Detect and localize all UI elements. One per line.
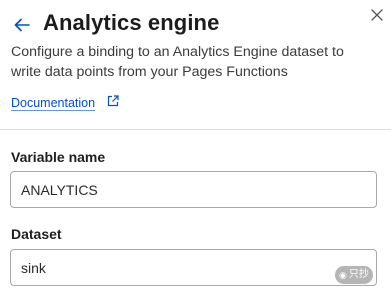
- variable-name-input[interactable]: [10, 171, 377, 208]
- dataset-label: Dataset: [11, 226, 62, 242]
- description-text: Configure a binding to an Analytics Engi…: [11, 44, 344, 80]
- page-title: Analytics engine: [43, 10, 220, 35]
- dataset-input[interactable]: [10, 249, 377, 286]
- watermark-icon: ◉: [339, 270, 347, 280]
- variable-name-label: Variable name: [11, 149, 106, 165]
- close-icon[interactable]: [368, 6, 386, 24]
- panel-header: Analytics engine Configure a binding to …: [0, 0, 391, 130]
- section-divider: [0, 129, 391, 130]
- external-link-icon[interactable]: [106, 94, 120, 108]
- watermark-badge: ◉ 只抄: [335, 266, 373, 284]
- watermark-text: 只抄: [348, 269, 369, 280]
- arrow-left-icon[interactable]: [12, 15, 32, 35]
- documentation-link[interactable]: Documentation: [11, 96, 95, 110]
